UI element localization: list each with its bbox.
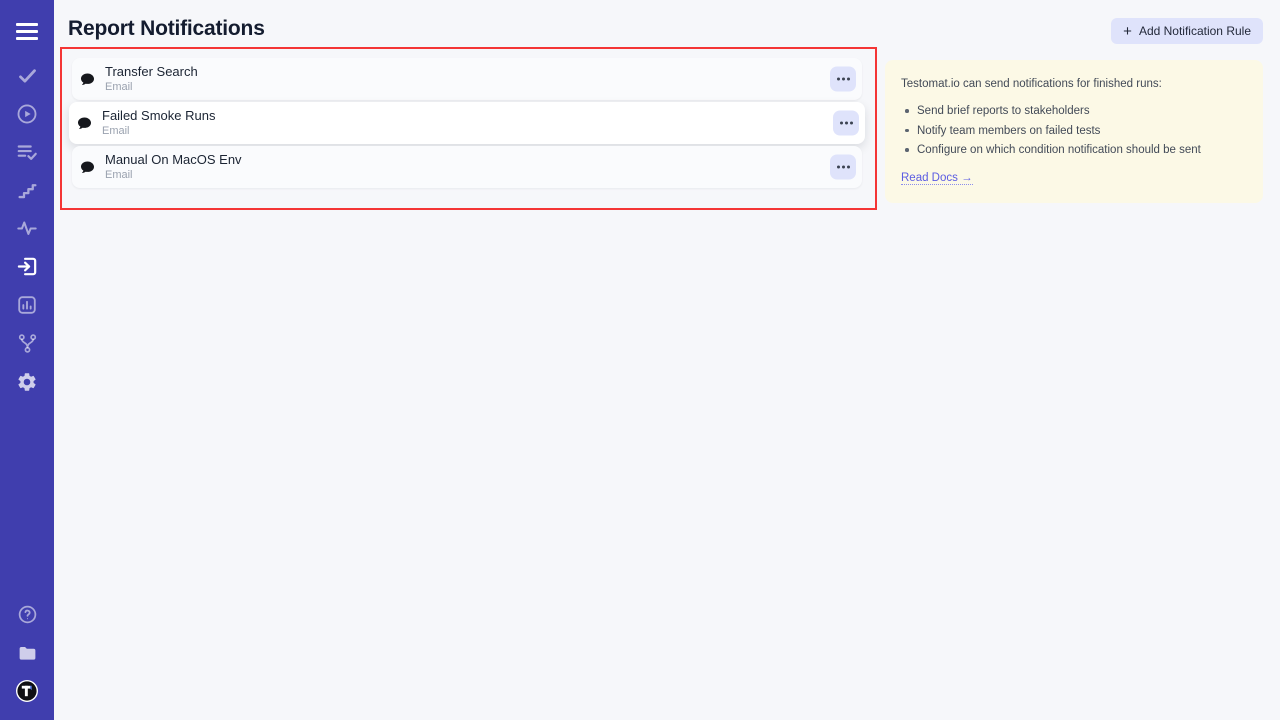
gear-icon[interactable] bbox=[14, 369, 40, 395]
info-bullet: Notify team members on failed tests bbox=[905, 125, 1247, 137]
rule-channel: Email bbox=[102, 125, 215, 138]
check-icon[interactable] bbox=[14, 62, 40, 88]
branch-icon[interactable] bbox=[14, 330, 40, 356]
add-button-label: Add Notification Rule bbox=[1139, 24, 1251, 38]
sign-in-icon[interactable] bbox=[14, 253, 40, 279]
info-bullet: Configure on which condition notificatio… bbox=[905, 144, 1247, 156]
rule-channel: Email bbox=[105, 81, 198, 94]
read-docs-link[interactable]: Read Docs → bbox=[901, 172, 973, 185]
chat-bubble-icon bbox=[79, 159, 96, 176]
rule-row-failed-smoke-runs[interactable]: Failed Smoke Runs Email bbox=[69, 102, 865, 144]
testomat-logo[interactable] bbox=[14, 678, 40, 704]
rule-title: Failed Smoke Runs bbox=[102, 109, 215, 123]
notification-rules-list: Transfer Search Email Failed Smoke Runs … bbox=[72, 58, 862, 190]
rule-more-actions-button[interactable] bbox=[830, 67, 856, 92]
add-notification-rule-button[interactable]: + Add Notification Rule bbox=[1111, 18, 1263, 44]
menu-icon[interactable] bbox=[14, 18, 40, 44]
plus-icon: + bbox=[1123, 24, 1132, 39]
page-title: Report Notifications bbox=[68, 17, 265, 41]
rule-channel: Email bbox=[105, 169, 242, 182]
steps-icon[interactable] bbox=[14, 177, 40, 203]
rule-title: Manual On MacOS Env bbox=[105, 153, 242, 167]
rule-row-transfer-search[interactable]: Transfer Search Email bbox=[72, 58, 862, 100]
help-icon[interactable] bbox=[14, 601, 40, 627]
play-circle-icon[interactable] bbox=[14, 101, 40, 127]
info-bullet-list: Send brief reports to stakeholders Notif… bbox=[905, 105, 1247, 156]
rule-title: Transfer Search bbox=[105, 65, 198, 79]
info-bullet: Send brief reports to stakeholders bbox=[905, 105, 1247, 117]
rule-row-manual-on-macos-env[interactable]: Manual On MacOS Env Email bbox=[72, 146, 862, 188]
rule-more-actions-button[interactable] bbox=[833, 111, 859, 136]
folder-icon[interactable] bbox=[14, 640, 40, 666]
chat-bubble-icon bbox=[76, 115, 93, 132]
activity-icon[interactable] bbox=[14, 215, 40, 241]
chat-bubble-icon bbox=[79, 71, 96, 88]
rule-more-actions-button[interactable] bbox=[830, 155, 856, 180]
sidebar bbox=[0, 0, 54, 720]
list-check-icon[interactable] bbox=[14, 139, 40, 165]
bar-chart-icon[interactable] bbox=[14, 292, 40, 318]
info-intro-text: Testomat.io can send notifications for f… bbox=[901, 78, 1247, 90]
notifications-info-panel: Testomat.io can send notifications for f… bbox=[885, 60, 1263, 203]
